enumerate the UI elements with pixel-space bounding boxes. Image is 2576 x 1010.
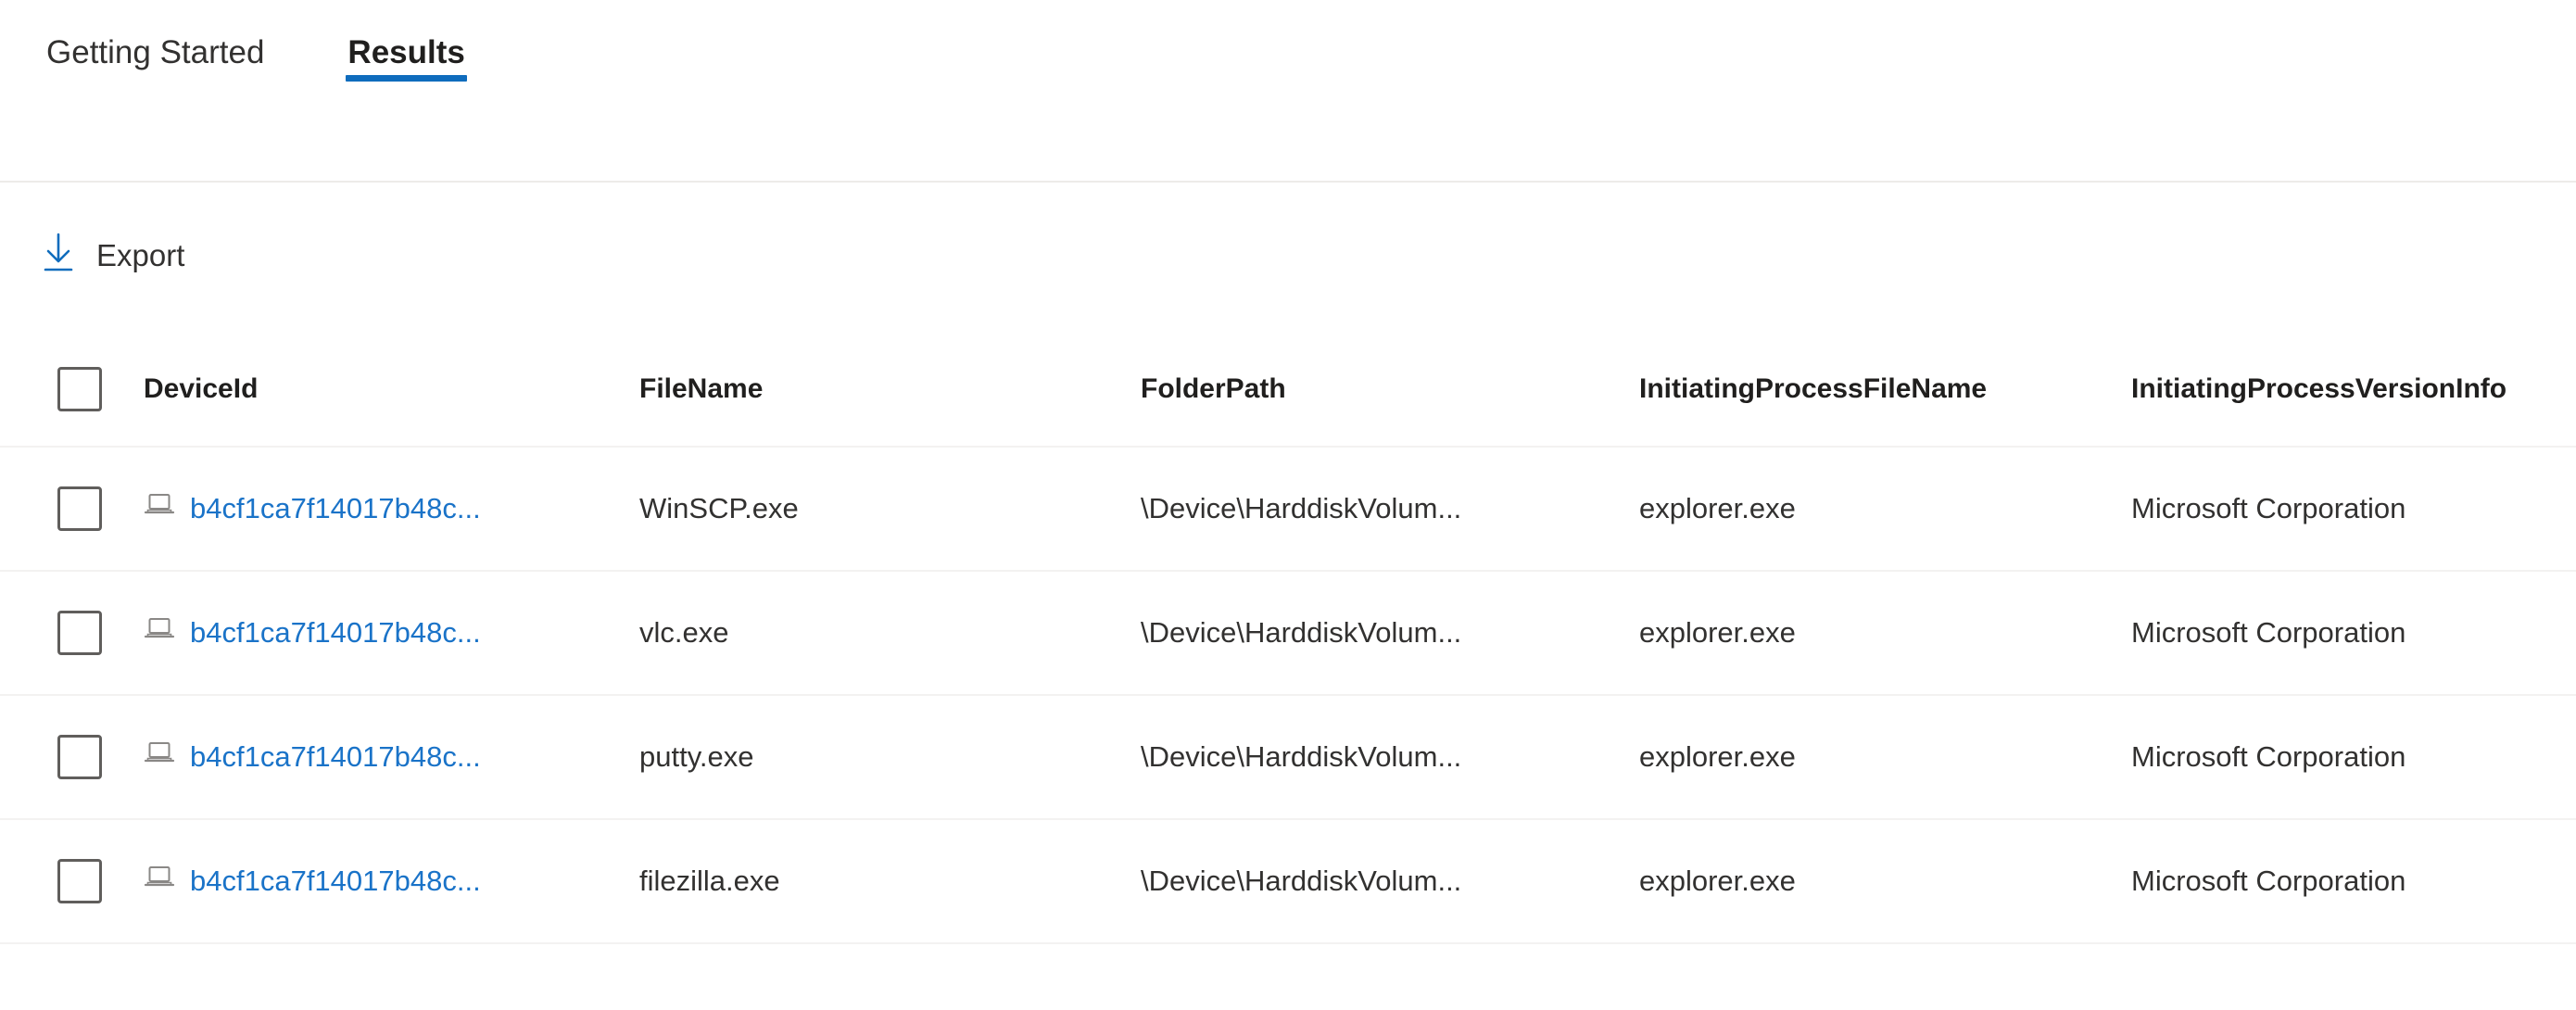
table-row[interactable]: b4cf1ca7f14017b48c... WinSCP.exe \Device… [0,448,2576,572]
download-icon [41,233,76,278]
tab-active-underline [346,75,467,82]
cell-folderpath: \Device\HarddiskVolum... [1141,616,1462,649]
cell-filename: WinSCP.exe [639,492,799,524]
cell-folderpath: \Device\HarddiskVolum... [1141,865,1462,897]
cell-initiatingprocessfilename: explorer.exe [1639,616,1796,649]
device-id-link[interactable]: b4cf1ca7f14017b48c... [190,862,481,901]
laptop-icon [144,613,175,652]
cell-folderpath: \Device\HarddiskVolum... [1141,740,1462,773]
cell-initiatingprocessfilename: explorer.exe [1639,492,1796,524]
tab-strip: Getting Started Results [0,0,2576,183]
tab-getting-started-label: Getting Started [46,34,265,70]
table-header-row: DeviceId FileName FolderPath InitiatingP… [0,333,2576,448]
export-button[interactable]: Export [28,225,197,285]
cell-initiatingprocessversioninfo: Microsoft Corporation [2131,492,2406,524]
tab-list: Getting Started Results [44,32,467,98]
laptop-icon [144,862,175,901]
cell-initiatingprocessfilename: explorer.exe [1639,740,1796,773]
row-checkbox[interactable] [57,735,102,779]
laptop-icon [144,738,175,776]
command-bar: Export 4 items 0:0. [0,184,2576,486]
cell-deviceid: b4cf1ca7f14017b48c... [144,862,481,901]
cell-initiatingprocessfilename: explorer.exe [1639,865,1796,897]
row-checkbox[interactable] [57,486,102,531]
cell-deviceid: b4cf1ca7f14017b48c... [144,738,481,776]
table-row[interactable]: b4cf1ca7f14017b48c... putty.exe \Device\… [0,696,2576,820]
select-all-checkbox[interactable] [57,367,102,411]
row-checkbox[interactable] [57,611,102,655]
laptop-icon [144,489,175,528]
cell-filename: putty.exe [639,740,754,773]
column-header-initiatingprocessversioninfo[interactable]: InitiatingProcessVersionInfo [2131,370,2507,409]
select-all-cell [57,367,102,411]
cell-folderpath: \Device\HarddiskVolum... [1141,492,1462,524]
row-select-cell [57,486,102,531]
table-row[interactable]: b4cf1ca7f14017b48c... vlc.exe \Device\Ha… [0,572,2576,696]
device-id-link[interactable]: b4cf1ca7f14017b48c... [190,738,481,776]
tab-results-label: Results [347,34,465,70]
table-row[interactable]: b4cf1ca7f14017b48c... filezilla.exe \Dev… [0,820,2576,944]
advanced-hunting-results-page: Getting Started Results Export 4 items [0,0,2576,1010]
row-select-cell [57,611,102,655]
column-header-folderpath[interactable]: FolderPath [1141,370,1286,409]
row-select-cell [57,735,102,779]
cell-initiatingprocessversioninfo: Microsoft Corporation [2131,740,2406,773]
cell-initiatingprocessversioninfo: Microsoft Corporation [2131,616,2406,649]
cell-initiatingprocessversioninfo: Microsoft Corporation [2131,865,2406,897]
cell-filename: vlc.exe [639,616,729,649]
cell-deviceid: b4cf1ca7f14017b48c... [144,613,481,652]
column-header-initiatingprocessfilename[interactable]: InitiatingProcessFileName [1639,370,1987,409]
results-table: DeviceId FileName FolderPath InitiatingP… [0,333,2576,944]
tab-getting-started[interactable]: Getting Started [44,32,266,98]
export-button-label: Export [96,237,185,272]
device-id-link[interactable]: b4cf1ca7f14017b48c... [190,489,481,528]
column-header-deviceid[interactable]: DeviceId [144,370,258,409]
tab-results[interactable]: Results [346,32,467,98]
row-select-cell [57,859,102,903]
cell-filename: filezilla.exe [639,865,780,897]
device-id-link[interactable]: b4cf1ca7f14017b48c... [190,613,481,652]
cell-deviceid: b4cf1ca7f14017b48c... [144,489,481,528]
row-checkbox[interactable] [57,859,102,903]
column-header-filename[interactable]: FileName [639,370,763,409]
